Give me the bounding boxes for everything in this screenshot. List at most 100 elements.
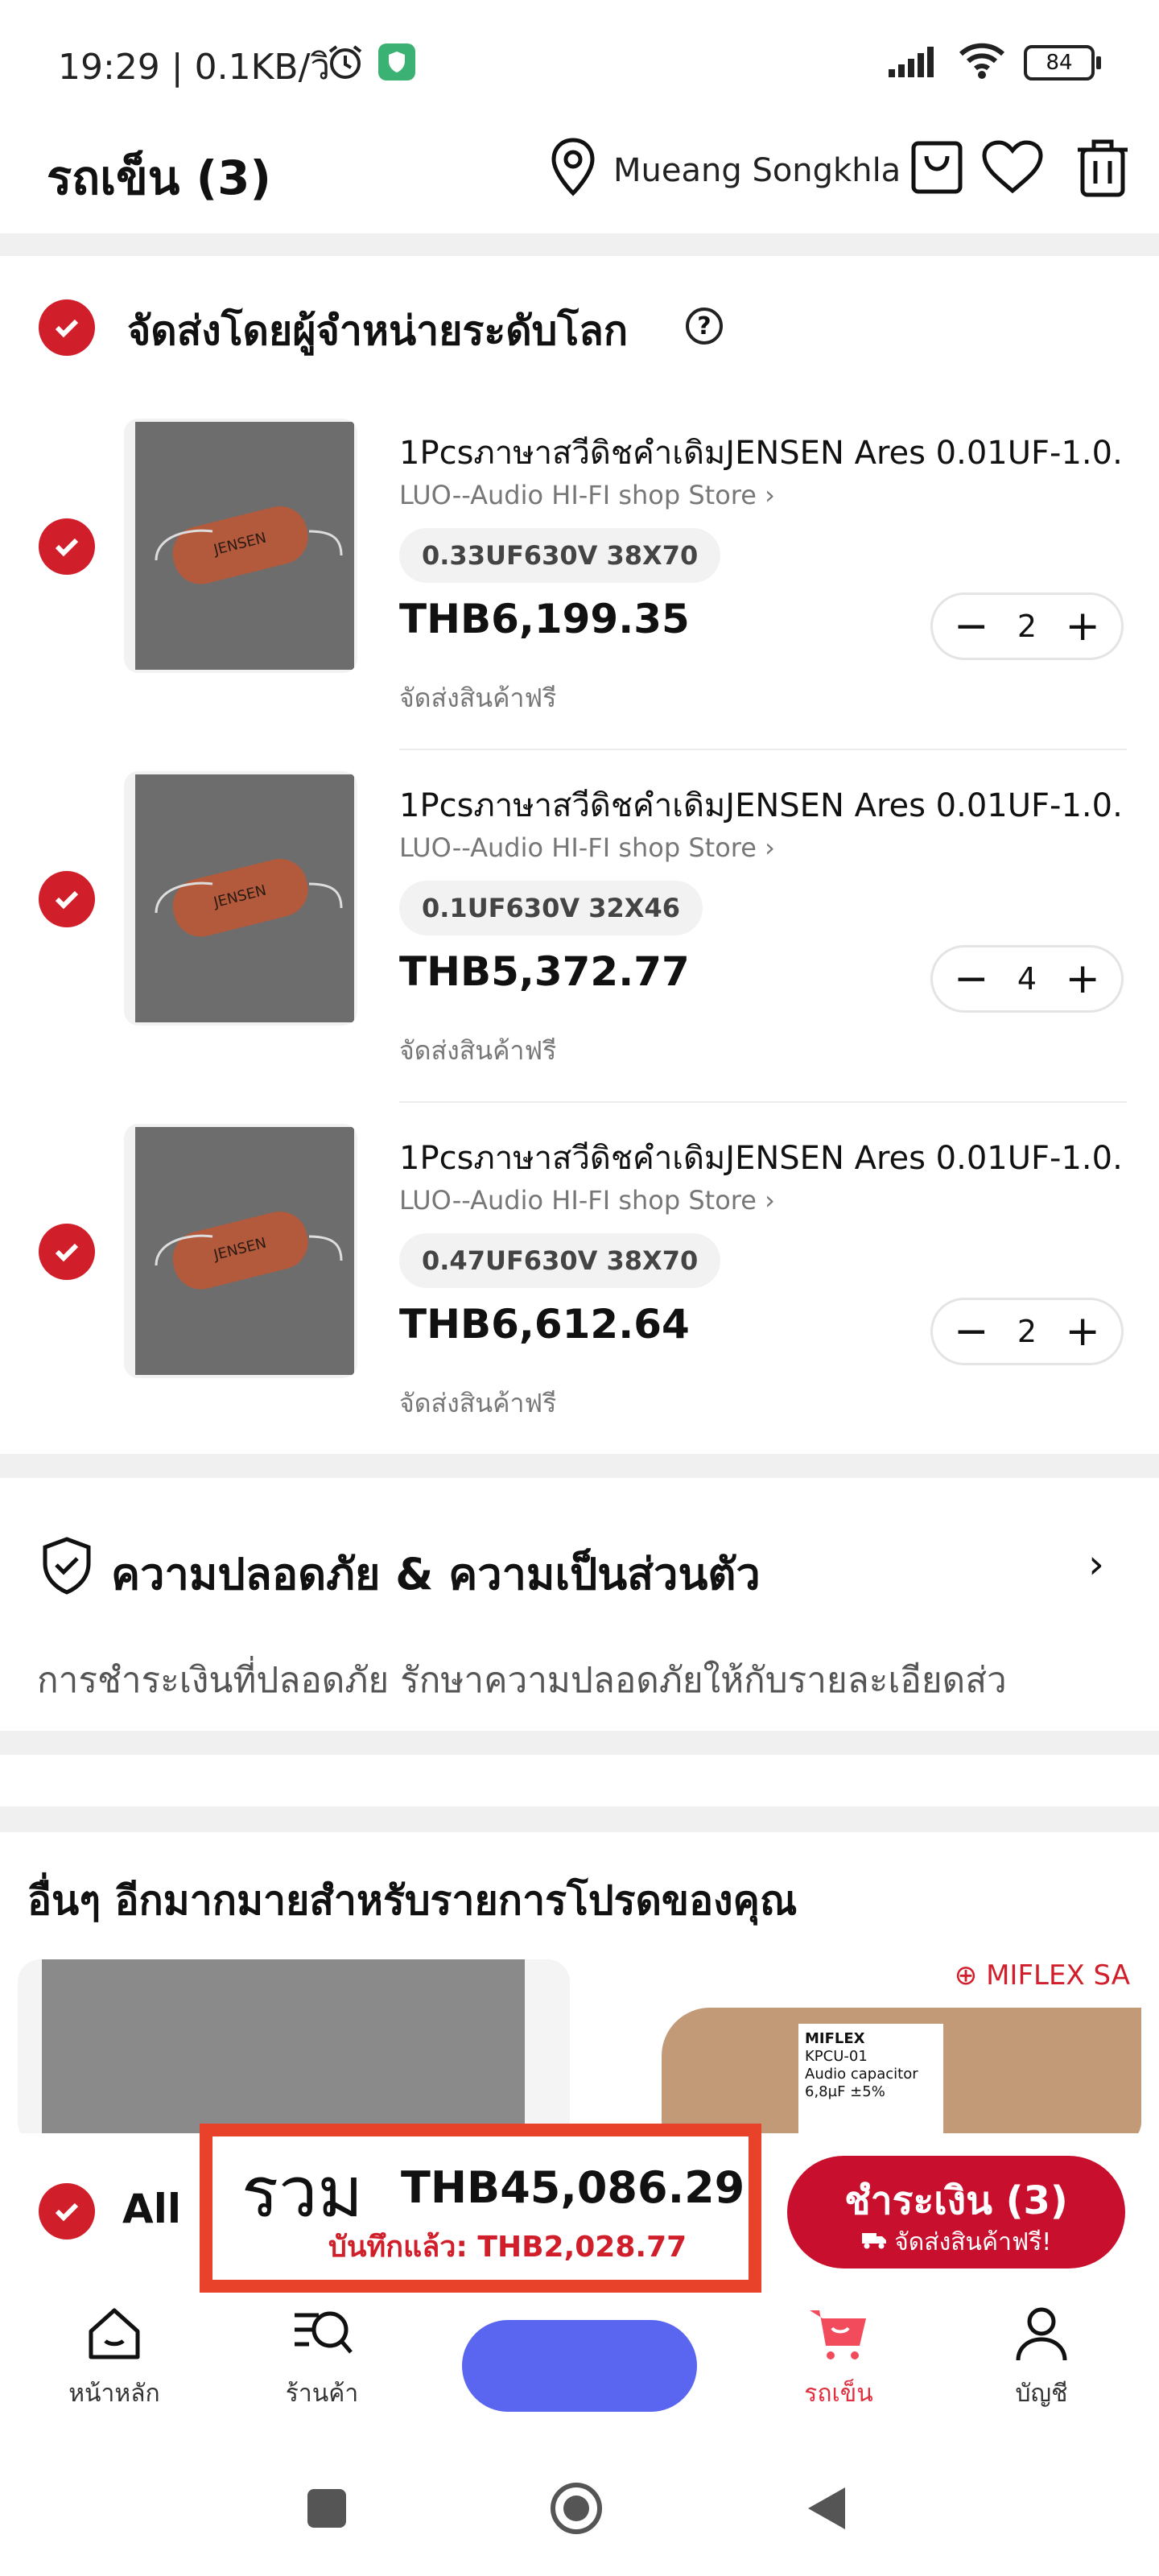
tab-cart[interactable]: รถเข็น (750, 2304, 927, 2425)
section-title: จัดส่งโดยผู้จำหน่ายระดับโลก (127, 308, 629, 354)
product-image[interactable]: JENSEN (124, 419, 357, 673)
label-brand: MIFLEX (805, 2030, 865, 2047)
section-gap (0, 233, 1159, 256)
tab-store[interactable]: ร้านค้า (233, 2304, 410, 2425)
store-name: LUO--Audio HI-FI shop Store (399, 832, 757, 863)
total-amount: THB45,086.29 (401, 2162, 745, 2213)
decrease-button[interactable]: − (954, 1311, 989, 1352)
quantity-stepper: − 4 + (930, 945, 1124, 1013)
select-all-label[interactable]: All (122, 2186, 181, 2232)
chevron-right-icon: › (765, 832, 775, 863)
home-icon (85, 2304, 144, 2367)
wifi-icon (958, 43, 1006, 83)
quantity-value[interactable]: 2 (1017, 1314, 1037, 1349)
recommend-card[interactable]: ⊕ MIFLEX SA MIFLEX KPCU-01 Audio capacit… (589, 1959, 1141, 2145)
cart-icon (806, 2304, 871, 2367)
item-title[interactable]: 1PcsภาษาสวีดิชคำเดิมJENSEN Ares 0.01UF-1… (399, 427, 1124, 478)
variant-selector[interactable]: 0.47UF630V 38X70 (399, 1233, 721, 1288)
checkout-button[interactable]: ชำระเงิน (3) จัดส่งสินค้าฟรี! (787, 2156, 1125, 2268)
increase-button[interactable]: + (1065, 958, 1100, 1000)
product-image[interactable]: JENSEN (124, 1124, 357, 1378)
product-image[interactable]: JENSEN (124, 771, 357, 1026)
recommend-image (42, 1959, 525, 2145)
center-action-button[interactable] (462, 2320, 697, 2412)
recents-button[interactable] (307, 2489, 346, 2528)
truck-icon (861, 2228, 895, 2256)
shipping-note: จัดส่งสินค้าฟรี (399, 1035, 557, 1066)
quantity-stepper: − 2 + (930, 592, 1124, 660)
privacy-subtitle: การชำระเงินที่ปลอดภัย รักษาความปลอดภัยให… (37, 1660, 1007, 1701)
tab-label: หน้าหลัก (68, 2380, 160, 2408)
decrease-button[interactable]: − (954, 958, 989, 1000)
section-select-checkbox[interactable] (39, 299, 95, 356)
tab-label: ร้านค้า (285, 2380, 359, 2408)
checkout-subtitle: จัดส่งสินค้าฟรี! (787, 2223, 1125, 2261)
store-link[interactable]: LUO--Audio HI-FI shop Store › (399, 480, 775, 510)
signal-icon (887, 45, 940, 80)
label-value: 6,8µF ±5% (805, 2083, 885, 2100)
store-link[interactable]: LUO--Audio HI-FI shop Store › (399, 1185, 775, 1216)
tab-home[interactable]: หน้าหลัก (26, 2304, 203, 2425)
location-label: Mueang Songkhla (613, 152, 901, 189)
shield-app-icon (378, 43, 415, 80)
tab-label: บัญชี (1015, 2380, 1068, 2408)
quantity-stepper: − 2 + (930, 1298, 1124, 1365)
checkout-label: ชำระเงิน (3) (844, 2178, 1068, 2223)
variant-selector[interactable]: 0.1UF630V 32X46 (399, 881, 703, 935)
shipping-note: จัดส่งสินค้าฟรี (399, 683, 557, 713)
back-button[interactable] (806, 2486, 847, 2534)
section-gap (0, 1731, 1159, 1755)
item-select-checkbox[interactable] (39, 518, 95, 575)
variant-selector[interactable]: 0.33UF630V 38X70 (399, 528, 721, 583)
shipping-note: จัดส่งสินค้าฟรี (399, 1388, 557, 1418)
recommend-card[interactable] (18, 1959, 570, 2145)
status-icons: 84 (887, 40, 1101, 85)
chevron-right-icon: › (765, 1185, 775, 1216)
item-price: THB6,199.35 (399, 596, 690, 642)
account-icon (1012, 2304, 1071, 2367)
alarm-icon (325, 42, 365, 85)
increase-button[interactable]: + (1065, 605, 1100, 647)
tab-account[interactable]: บัญชี (953, 2304, 1130, 2425)
label-desc: Audio capacitor (805, 2066, 918, 2083)
section-gap (0, 1806, 1159, 1832)
location-pin-icon (547, 137, 599, 204)
chevron-right-icon: › (765, 480, 775, 510)
label-model: KPCU-01 (805, 2048, 868, 2065)
battery-icon: 84 (1024, 45, 1101, 80)
help-icon[interactable]: ? (686, 308, 723, 345)
item-price: THB5,372.77 (399, 948, 690, 995)
decrease-button[interactable]: − (954, 605, 989, 647)
recommend-brand-tag: ⊕ MIFLEX SA (954, 1959, 1130, 1992)
divider (399, 1101, 1127, 1103)
shield-check-icon (40, 1536, 93, 1599)
divider (399, 749, 1127, 750)
chevron-right-icon: › (1088, 1541, 1104, 1587)
status-bar: 19:29 | 0.1KB/วิ 84 (0, 0, 1159, 121)
capacitor-label: MIFLEX KPCU-01 Audio capacitor 6,8µF ±5% (798, 2024, 943, 2145)
location-selector[interactable]: Mueang Songkhla (547, 137, 901, 204)
recommend-title: อื่นๆ อีกมากมายสำหรับรายการโปรดของคุณ (27, 1877, 798, 1924)
select-all-checkbox[interactable] (39, 2183, 95, 2240)
quantity-value[interactable]: 4 (1017, 961, 1037, 997)
delete-trash-icon[interactable] (1070, 135, 1135, 200)
item-price: THB6,612.64 (399, 1301, 690, 1348)
tab-label: รถเข็น (804, 2380, 873, 2408)
wishlist-heart-icon[interactable] (980, 135, 1045, 200)
section-gap (0, 1454, 1159, 1478)
quantity-value[interactable]: 2 (1017, 609, 1037, 644)
item-select-checkbox[interactable] (39, 871, 95, 927)
saved-amount: บันทึกแล้ว: THB2,028.77 (328, 2231, 687, 2264)
store-link[interactable]: LUO--Audio HI-FI shop Store › (399, 832, 775, 863)
item-select-checkbox[interactable] (39, 1224, 95, 1280)
item-title[interactable]: 1PcsภาษาสวีดิชคำเดิมJENSEN Ares 0.01UF-1… (399, 1132, 1124, 1183)
status-time: 19:29 | 0.1KB/วิ (58, 47, 331, 88)
increase-button[interactable]: + (1065, 1311, 1100, 1352)
home-button[interactable] (551, 2483, 602, 2534)
checkout-subtitle-text: จัดส่งสินค้าฟรี! (894, 2228, 1052, 2256)
store-search-icon (290, 2304, 354, 2367)
item-title[interactable]: 1PcsภาษาสวีดิชคำเดิมJENSEN Ares 0.01UF-1… (399, 779, 1124, 831)
shopping-bag-icon[interactable] (905, 135, 969, 200)
store-name: LUO--Audio HI-FI shop Store (399, 480, 757, 510)
privacy-title: ความปลอดภัย & ความเป็นส่วนตัว (111, 1549, 761, 1600)
